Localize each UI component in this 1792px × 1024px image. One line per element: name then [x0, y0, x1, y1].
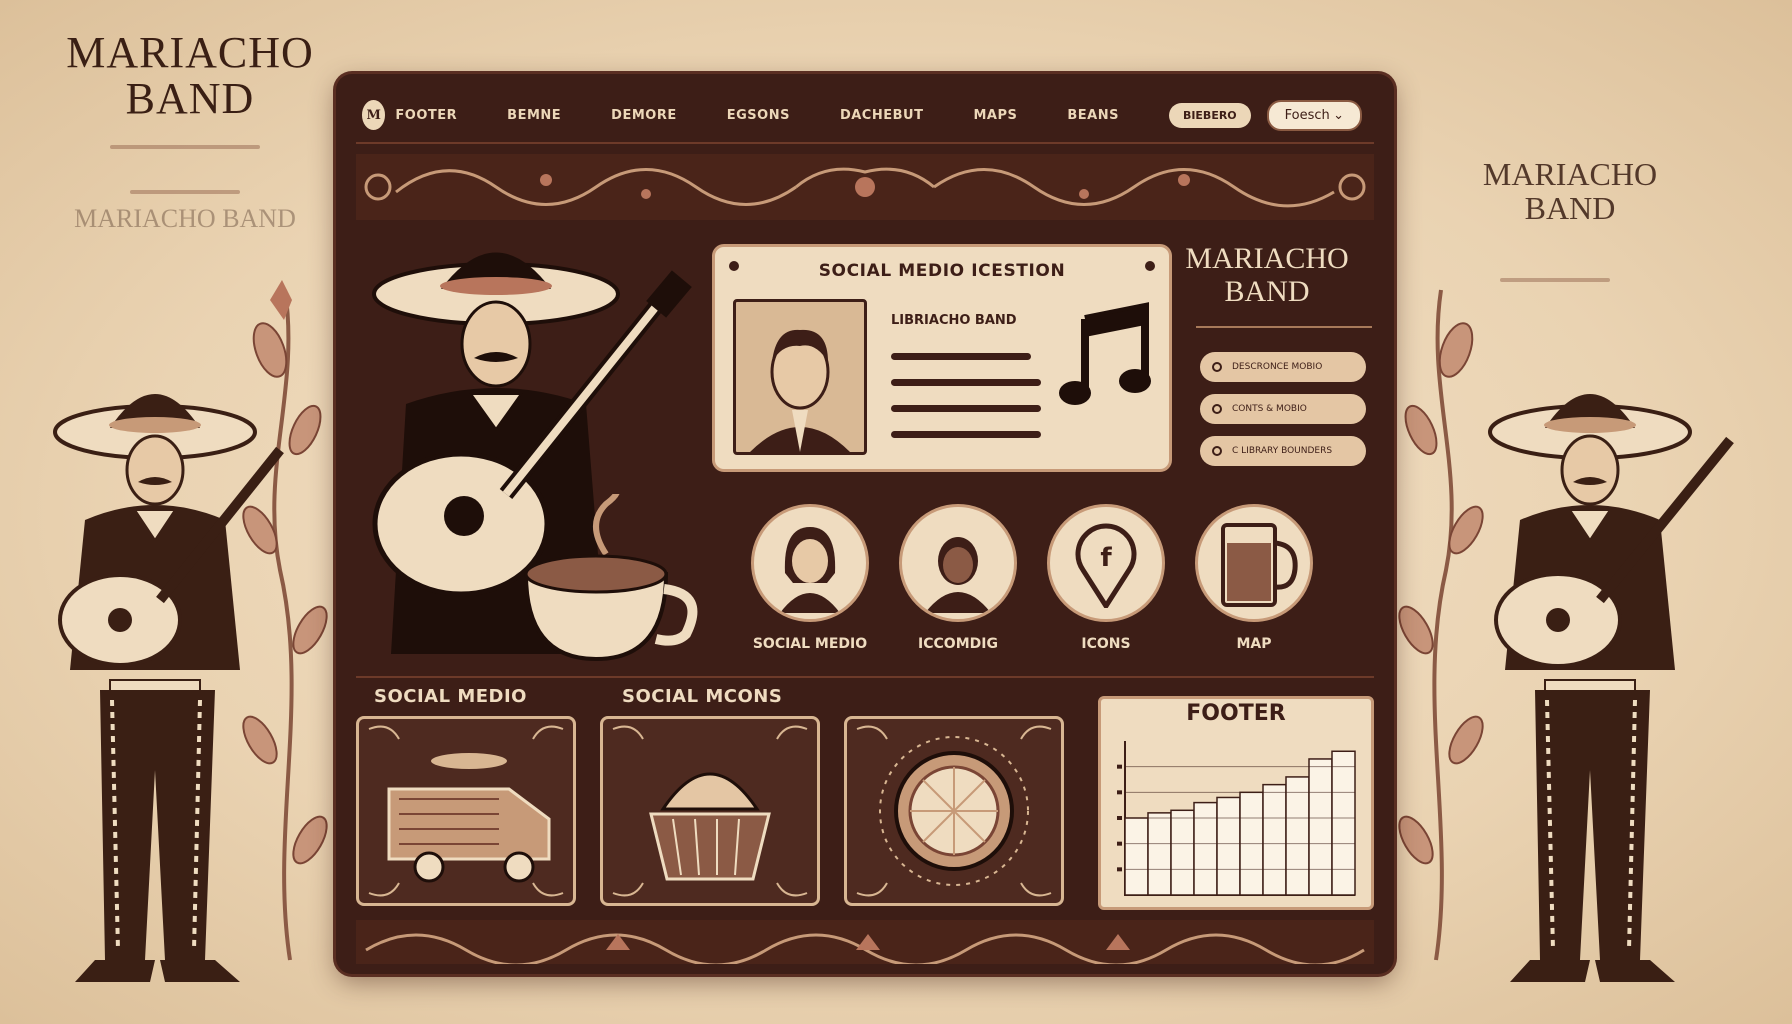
- nav-pill-button[interactable]: BIEBERO: [1168, 102, 1251, 128]
- card-medallion[interactable]: [844, 716, 1064, 906]
- brand-title-left: MARIACHO BAND: [66, 28, 314, 124]
- section-divider: [356, 676, 1374, 678]
- radio-icon: [1212, 446, 1222, 456]
- nav-item-dachebut[interactable]: DACHEBUT: [840, 108, 924, 123]
- divider: [1196, 326, 1372, 328]
- circle-label: SOCIAL MEDIO: [752, 636, 868, 652]
- drum-illustration: [612, 725, 808, 897]
- footer-title: FOOTER: [1186, 701, 1286, 726]
- nav-item-demore[interactable]: DEMORE: [611, 108, 677, 123]
- coffee-cup-illustration: [523, 494, 698, 662]
- bottom-ornament-band: [356, 920, 1374, 964]
- chart-area-column: [1170, 809, 1195, 896]
- chart-y-tick: [1117, 816, 1122, 820]
- circle-item-iccomdig[interactable]: ICCOMDIG: [896, 504, 1020, 652]
- chart-y-tick: [1117, 841, 1122, 846]
- circle-label: ICONS: [1081, 636, 1131, 652]
- brand-title-right: MARIACHO BAND: [1482, 156, 1658, 226]
- medallion-illustration: [856, 725, 1052, 897]
- woman-avatar-icon: [751, 504, 869, 622]
- top-nav: M FOOTER BEMNE DEMORE EGSONS DACHEBUT MA…: [356, 88, 1374, 144]
- circle-label: ICCOMDIG: [918, 636, 998, 652]
- man-portrait-icon: [750, 329, 850, 452]
- nav-item-maps[interactable]: MAPS: [973, 108, 1017, 123]
- circle-item-social[interactable]: SOCIAL MEDIO: [748, 504, 872, 652]
- side-button-label: DESCRONCE MOBIO: [1232, 362, 1323, 372]
- panel-brand-title: MARIACHO BAND: [1185, 242, 1349, 308]
- nav-item-beans[interactable]: BEANS: [1067, 108, 1119, 123]
- truck-illustration: [368, 725, 564, 897]
- svg-text:f: f: [1100, 543, 1112, 573]
- radio-icon: [1212, 404, 1222, 414]
- chart-y-tick: [1117, 790, 1122, 795]
- text-line: [891, 353, 1031, 360]
- search-field[interactable]: Foesch ⌄: [1266, 99, 1362, 131]
- chart-area-column: [1216, 796, 1241, 896]
- top-ornament-band: [356, 154, 1374, 220]
- search-value: Foesch: [1284, 107, 1330, 123]
- text-line: [891, 379, 1041, 386]
- chart-area-column: [1262, 783, 1287, 896]
- chart-area-column: [1331, 750, 1356, 896]
- profile-card: SOCIAL MEDIO ICESTION LIBRIACHO BAND: [712, 244, 1172, 472]
- circle-item-map[interactable]: MAP: [1192, 504, 1316, 652]
- profile-name: LIBRIACHO BAND: [891, 313, 1017, 328]
- chart-area-column: [1124, 817, 1149, 896]
- decorative-scribble: [1500, 278, 1610, 282]
- card-drum[interactable]: [600, 716, 820, 906]
- decorative-scribble: [130, 190, 240, 194]
- nav-item-footer[interactable]: FOOTER: [395, 108, 457, 123]
- circle-label: MAP: [1236, 636, 1272, 652]
- side-button-3[interactable]: C LIBRARY BOUNDERS: [1200, 436, 1366, 466]
- music-note-icon: [1059, 302, 1151, 405]
- profile-photo: [733, 299, 867, 455]
- chevron-down-icon: ⌄: [1333, 107, 1344, 123]
- footer-card[interactable]: FOOTER: [1098, 696, 1374, 910]
- chart-area-column: [1308, 758, 1333, 896]
- nav-item-egsons[interactable]: EGSONS: [727, 108, 790, 123]
- side-button-2[interactable]: CONTS & MOBIO: [1200, 394, 1366, 424]
- side-button-1[interactable]: DESCRONCE MOBIO: [1200, 352, 1366, 382]
- radio-icon: [1212, 362, 1222, 372]
- mug-icon: [1195, 504, 1313, 622]
- card-truck[interactable]: [356, 716, 576, 906]
- side-button-label: C LIBRARY BOUNDERS: [1232, 446, 1333, 456]
- main-panel: M FOOTER BEMNE DEMORE EGSONS DACHEBUT MA…: [336, 74, 1394, 974]
- chart-area: [1124, 750, 1356, 896]
- section-title-social-medio: SOCIAL MEDIO: [374, 686, 527, 707]
- logo-icon[interactable]: M: [362, 100, 386, 130]
- text-line: [891, 431, 1041, 438]
- circle-item-icons[interactable]: f ICONS: [1044, 504, 1168, 652]
- brand-title-left-faded: MARIACHO BAND: [74, 204, 296, 233]
- section-title-social-mcons: SOCIAL MCONS: [622, 686, 783, 707]
- man-avatar-icon: [899, 504, 1017, 622]
- text-line: [891, 405, 1041, 412]
- right-mariachi-illustration: [1488, 394, 1734, 982]
- nav-item-bemne[interactable]: BEMNE: [507, 108, 561, 123]
- side-button-label: CONTS & MOBIO: [1232, 404, 1307, 414]
- facebook-pin-icon: f: [1047, 504, 1165, 622]
- profile-heading: SOCIAL MEDIO ICESTION: [818, 261, 1066, 281]
- decorative-scribble: [110, 145, 260, 149]
- chart-area-column: [1147, 812, 1172, 896]
- chart-y-tick: [1117, 764, 1122, 769]
- chart-area-column: [1285, 776, 1310, 896]
- left-mariachi-illustration: [53, 394, 284, 982]
- chart-y-tick: [1117, 867, 1122, 872]
- footer-area-chart: [1117, 741, 1356, 896]
- chart-area-column: [1193, 801, 1218, 896]
